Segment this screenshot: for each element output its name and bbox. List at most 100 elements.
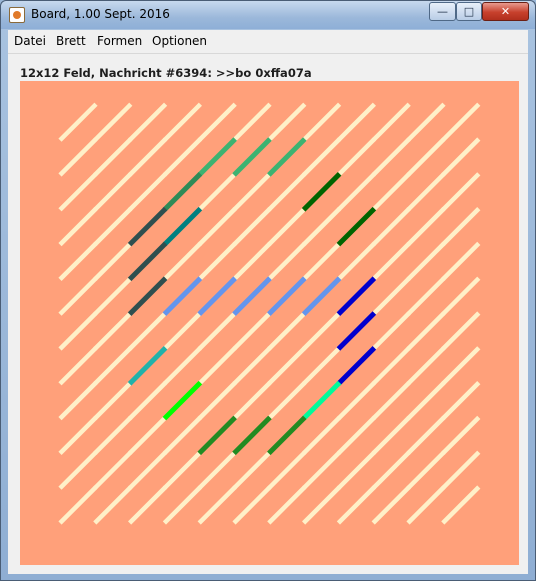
board-segment[interactable]	[371, 346, 411, 386]
board-segment[interactable]	[441, 485, 481, 525]
board-segment[interactable]	[336, 415, 376, 455]
board-segment[interactable]	[336, 381, 376, 421]
board-segment[interactable]	[197, 241, 237, 281]
board-segment[interactable]	[128, 172, 168, 212]
board-segment-colored[interactable]	[301, 380, 342, 421]
board-segment[interactable]	[162, 137, 202, 177]
board-segment-colored[interactable]	[267, 137, 307, 177]
board-segment[interactable]	[406, 276, 446, 316]
game-board[interactable]	[20, 81, 519, 565]
board-segment[interactable]	[371, 381, 411, 421]
board-segment[interactable]	[336, 241, 376, 281]
board-segment[interactable]	[128, 311, 168, 351]
board-segment[interactable]	[371, 450, 411, 490]
board-segment[interactable]	[302, 207, 342, 247]
board-segment[interactable]	[441, 415, 481, 455]
board-segment[interactable]	[441, 276, 481, 316]
board-segment[interactable]	[232, 172, 272, 212]
board-segment[interactable]	[302, 415, 342, 455]
board-segment[interactable]	[267, 346, 307, 386]
board-segment-colored[interactable]	[197, 415, 237, 456]
board-segment[interactable]	[267, 172, 307, 212]
board-segment[interactable]	[162, 450, 202, 490]
board-segment-colored[interactable]	[232, 137, 272, 177]
board-segment[interactable]	[336, 485, 376, 525]
board-segment[interactable]	[406, 450, 446, 490]
board-segment[interactable]	[441, 172, 481, 212]
menu-datei[interactable]: Datei	[14, 34, 46, 48]
board-segment[interactable]	[58, 450, 98, 490]
board-segment[interactable]	[197, 102, 237, 142]
board-segment[interactable]	[302, 346, 342, 386]
board-segment[interactable]	[162, 241, 202, 281]
board-segment[interactable]	[406, 381, 446, 421]
board-segment[interactable]	[267, 207, 307, 247]
board-segment[interactable]	[93, 241, 133, 281]
board-segment[interactable]	[302, 311, 342, 351]
board-segment-colored[interactable]	[267, 415, 307, 456]
board-segment[interactable]	[58, 241, 98, 281]
board-segment[interactable]	[162, 311, 202, 351]
board-segment-colored[interactable]	[197, 276, 237, 316]
board-segment[interactable]	[302, 137, 342, 177]
board-segment-colored[interactable]	[162, 276, 203, 316]
board-segment-colored[interactable]	[162, 380, 203, 421]
board-segment[interactable]	[371, 415, 411, 455]
board-segment-colored[interactable]	[232, 276, 272, 316]
board-segment[interactable]	[336, 450, 376, 490]
board-segment[interactable]	[371, 172, 411, 212]
board-segment[interactable]	[58, 415, 98, 455]
board-segment[interactable]	[93, 485, 133, 525]
board-segment[interactable]	[406, 346, 446, 386]
close-button[interactable]: ✕	[482, 2, 529, 21]
board-segment[interactable]	[197, 207, 237, 247]
board-segment[interactable]	[336, 137, 376, 177]
board-segment[interactable]	[232, 241, 272, 281]
board-segment[interactable]	[58, 381, 98, 421]
board-segment[interactable]	[197, 346, 237, 386]
board-segment[interactable]	[128, 415, 168, 455]
board-segment[interactable]	[128, 485, 168, 525]
board-segment[interactable]	[371, 137, 411, 177]
board-segment[interactable]	[58, 137, 98, 177]
board-segment[interactable]	[406, 102, 446, 142]
board-segment[interactable]	[441, 381, 481, 421]
board-segment[interactable]	[336, 172, 376, 212]
board-segment[interactable]	[232, 346, 272, 386]
board-segment[interactable]	[93, 102, 133, 142]
board-segment[interactable]	[197, 311, 237, 351]
board-segment[interactable]	[302, 241, 342, 281]
board-segment[interactable]	[441, 450, 481, 490]
board-segment-colored[interactable]	[336, 206, 377, 247]
board-segment[interactable]	[267, 381, 307, 421]
board-segment-colored[interactable]	[127, 206, 168, 247]
board-segment[interactable]	[232, 450, 272, 490]
maximize-button[interactable]: □	[456, 2, 482, 21]
board-segment-colored[interactable]	[162, 172, 203, 212]
board-segment[interactable]	[371, 102, 411, 142]
board-segment[interactable]	[267, 241, 307, 281]
board-segment[interactable]	[93, 137, 133, 177]
board-segment[interactable]	[406, 311, 446, 351]
board-segment[interactable]	[93, 276, 133, 316]
board-segment[interactable]	[336, 102, 376, 142]
board-segment[interactable]	[197, 450, 237, 490]
board-segment[interactable]	[406, 415, 446, 455]
board-segment[interactable]	[441, 241, 481, 281]
board-segment-colored[interactable]	[336, 346, 377, 386]
board-segment[interactable]	[441, 346, 481, 386]
board-segment[interactable]	[128, 381, 168, 421]
board-segment-colored[interactable]	[336, 276, 377, 316]
board-segment[interactable]	[162, 102, 202, 142]
board-segment[interactable]	[93, 450, 133, 490]
board-segment[interactable]	[371, 485, 411, 525]
board-segment[interactable]	[93, 346, 133, 386]
board-segment[interactable]	[162, 346, 202, 386]
board-segment-colored[interactable]	[336, 311, 377, 351]
board-segment[interactable]	[406, 207, 446, 247]
board-segment[interactable]	[197, 381, 237, 421]
board-segment[interactable]	[128, 137, 168, 177]
board-segment[interactable]	[232, 485, 272, 525]
board-segment[interactable]	[197, 485, 237, 525]
board-segment[interactable]	[267, 311, 307, 351]
